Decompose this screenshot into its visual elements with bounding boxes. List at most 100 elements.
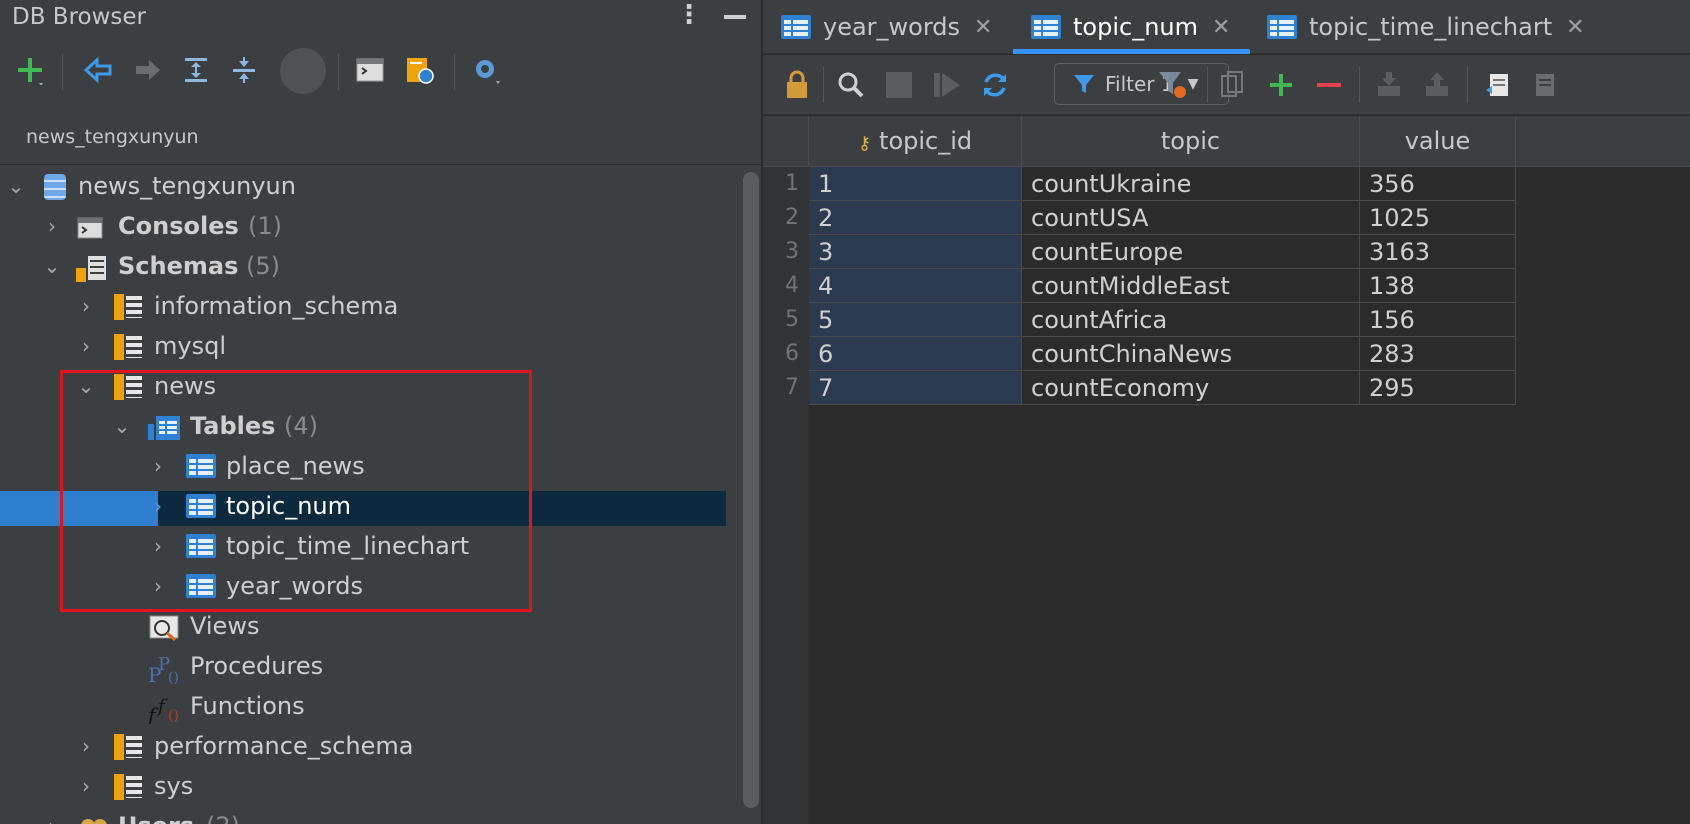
tree-node-users[interactable]: › Users (2)	[0, 806, 740, 824]
commit-icon[interactable]	[1371, 67, 1407, 103]
tree-node-table[interactable]: › year_words	[0, 566, 740, 606]
column-header-topic[interactable]: topic	[1022, 116, 1360, 167]
chevron-right-icon[interactable]: ›	[74, 326, 98, 366]
tab-topic-time-linechart[interactable]: topic_time_linechart ✕	[1267, 0, 1585, 54]
filter-settings-icon[interactable]	[1155, 67, 1191, 103]
console-icon[interactable]	[352, 52, 388, 88]
tree-node-table[interactable]: › place_news	[0, 446, 740, 486]
tree-scrollbar-thumb[interactable]	[743, 172, 759, 808]
table-cell[interactable]: countAfrica	[1022, 303, 1360, 337]
table-cell[interactable]: 2	[809, 201, 1022, 235]
tab-year-words[interactable]: year_words ✕	[781, 0, 992, 54]
forward-icon[interactable]	[130, 52, 166, 88]
chevron-down-icon[interactable]: ⌄	[110, 406, 134, 446]
chevron-right-icon[interactable]: ›	[40, 206, 64, 246]
add-icon[interactable]	[12, 52, 48, 88]
close-icon[interactable]: ✕	[974, 15, 992, 40]
hide-panel-icon[interactable]	[724, 15, 746, 19]
delete-row-icon[interactable]	[1311, 67, 1347, 103]
tree-node-schema[interactable]: ⌄ news	[0, 366, 740, 406]
row-number[interactable]: 2	[763, 201, 799, 235]
table-cell[interactable]: 1025	[1360, 201, 1516, 235]
table-cell[interactable]: countChinaNews	[1022, 337, 1360, 371]
rollback-icon[interactable]	[1419, 67, 1455, 103]
row-number[interactable]: 5	[763, 303, 799, 337]
close-icon[interactable]: ✕	[1212, 15, 1230, 40]
import-icon[interactable]	[1529, 67, 1565, 103]
tree-node-schema[interactable]: › information_schema	[0, 286, 740, 326]
stop-icon[interactable]	[280, 48, 326, 94]
back-icon[interactable]	[80, 52, 116, 88]
table-cell[interactable]: countMiddleEast	[1022, 269, 1360, 303]
lock-icon[interactable]	[779, 67, 815, 103]
tree-node-procedures[interactable]: P P() Procedures	[0, 646, 740, 687]
chevron-right-icon[interactable]: ›	[74, 766, 98, 806]
stop-icon[interactable]	[881, 67, 917, 103]
row-number[interactable]: 3	[763, 235, 799, 269]
table-cell[interactable]: 156	[1360, 303, 1516, 337]
tree-node-views[interactable]: Views	[0, 606, 740, 646]
table-cell[interactable]: 356	[1360, 167, 1516, 201]
row-number[interactable]: 6	[763, 337, 799, 371]
search-icon[interactable]	[833, 67, 869, 103]
chevron-right-icon[interactable]: ›	[146, 446, 170, 486]
more-options-icon[interactable]: ⋮	[676, 0, 702, 30]
chevron-down-icon[interactable]: ⌄	[74, 366, 98, 406]
copy-icon[interactable]	[1215, 67, 1251, 103]
expand-all-icon[interactable]	[178, 52, 214, 88]
tree-node-schema[interactable]: › sys	[0, 766, 740, 806]
row-number[interactable]: 1	[763, 167, 799, 201]
tree-node-table-selected[interactable]: › topic_num	[0, 486, 740, 526]
table-icon	[186, 454, 216, 480]
row-number[interactable]: 7	[763, 371, 799, 405]
chevron-right-icon[interactable]: ›	[146, 526, 170, 566]
table-cell[interactable]: 283	[1360, 337, 1516, 371]
history-icon[interactable]	[402, 52, 438, 88]
collapse-all-icon[interactable]	[226, 52, 262, 88]
column-header-value[interactable]: value	[1360, 116, 1516, 167]
table-cell[interactable]: countEconomy	[1022, 371, 1360, 405]
table-cell[interactable]: 1	[809, 167, 1022, 201]
tab-topic-num[interactable]: topic_num ✕	[1031, 0, 1230, 54]
run-icon[interactable]	[929, 67, 965, 103]
close-icon[interactable]: ✕	[1566, 15, 1584, 40]
row-number[interactable]: 4	[763, 269, 799, 303]
tree-node-schema[interactable]: › performance_schema	[0, 726, 740, 766]
chevron-right-icon[interactable]: ›	[146, 486, 170, 526]
table-cell[interactable]: countEurope	[1022, 235, 1360, 269]
table-cell[interactable]: 6	[809, 337, 1022, 371]
table-cell[interactable]: 4	[809, 269, 1022, 303]
tree-node-connection[interactable]: ⌄ news_tengxunyun	[0, 166, 740, 206]
chevron-down-icon[interactable]: ⌄	[40, 246, 64, 286]
chevron-right-icon[interactable]: ›	[74, 286, 98, 326]
tree-node-consoles[interactable]: › Consoles (1)	[0, 206, 740, 246]
settings-icon[interactable]	[468, 52, 504, 88]
table-cell[interactable]: 3163	[1360, 235, 1516, 269]
db-tree: ⌄ news_tengxunyun › Consoles (1) ⌄ Schem…	[0, 166, 740, 824]
tree-node-schema[interactable]: › mysql	[0, 326, 740, 366]
chevron-right-icon[interactable]: ›	[74, 726, 98, 766]
table-cell[interactable]: countUkraine	[1022, 167, 1360, 201]
data-toolbar: Filter 1 ▼	[763, 55, 1690, 115]
refresh-icon[interactable]	[977, 67, 1013, 103]
tree-node-table[interactable]: › topic_time_linechart	[0, 526, 740, 566]
tree-node-tables[interactable]: ⌄ Tables (4)	[0, 406, 740, 446]
chevron-down-icon[interactable]: ⌄	[4, 166, 28, 206]
table-cell[interactable]: 295	[1360, 371, 1516, 405]
table-icon	[186, 574, 216, 600]
table-cell[interactable]: 3	[809, 235, 1022, 269]
export-icon[interactable]	[1481, 67, 1517, 103]
procedures-icon: P P()	[148, 654, 179, 687]
tree-node-schemas[interactable]: ⌄ Schemas (5)	[0, 246, 740, 286]
chevron-right-icon[interactable]: ›	[146, 566, 170, 606]
column-header-topic-id[interactable]: ⚷ topic_id	[809, 116, 1022, 167]
active-tab-indicator	[1013, 49, 1250, 54]
table-cell[interactable]: 138	[1360, 269, 1516, 303]
table-cell[interactable]: countUSA	[1022, 201, 1360, 235]
filter-dropdown[interactable]: Filter 1 ▼	[1054, 63, 1229, 105]
table-cell[interactable]: 7	[809, 371, 1022, 405]
add-row-icon[interactable]	[1263, 67, 1299, 103]
table-cell[interactable]: 5	[809, 303, 1022, 337]
tree-node-functions[interactable]: f f() Functions	[0, 686, 740, 727]
chevron-right-icon[interactable]: ›	[40, 806, 64, 824]
